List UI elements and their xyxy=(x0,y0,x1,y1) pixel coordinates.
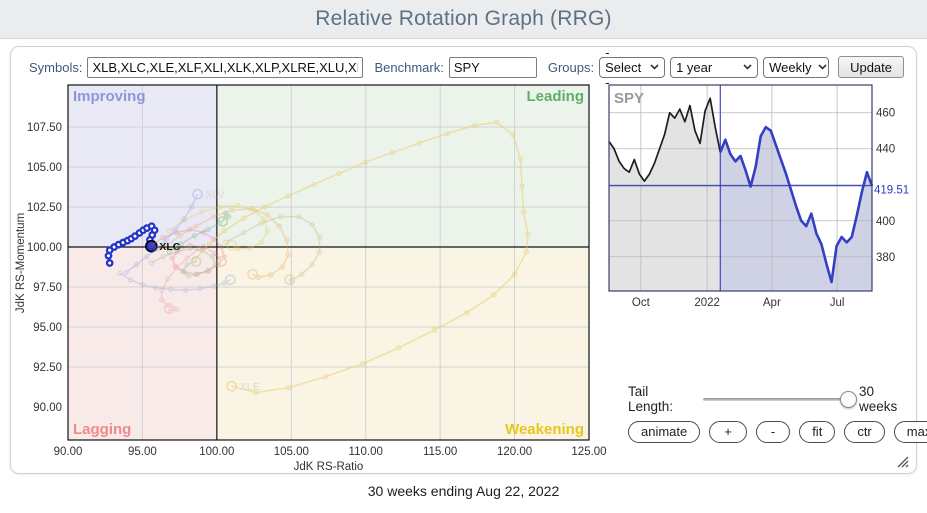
frequency-select[interactable]: Weekly xyxy=(763,57,829,78)
x-tick-label: 105.00 xyxy=(274,446,309,458)
spy-month-label: Apr xyxy=(763,297,781,309)
symbols-input[interactable] xyxy=(87,57,363,78)
zoom-out-button[interactable]: - xyxy=(756,421,790,443)
x-tick-label: 100.00 xyxy=(199,446,234,458)
spy-price-tick: 440 xyxy=(876,144,895,156)
spy-price-tick: 460 xyxy=(876,108,895,120)
spy-month-label: Oct xyxy=(632,297,651,309)
frequency-select-value: Weekly xyxy=(769,60,811,75)
trail-label-XLV: XLV xyxy=(206,189,225,201)
x-tick-label: 120.00 xyxy=(497,446,532,458)
y-tick-label: 107.50 xyxy=(27,122,62,134)
spy-month-label: 2022 xyxy=(694,297,720,309)
x-tick-label: 95.00 xyxy=(128,446,157,458)
y-tick-label: 105.00 xyxy=(27,162,62,174)
fit-button[interactable]: fit xyxy=(799,421,835,443)
trail-label-XLE: XLE xyxy=(240,381,260,393)
x-tick-label: 125.00 xyxy=(571,446,606,458)
symbols-label: Symbols: xyxy=(29,60,82,75)
page-title: Relative Rotation Graph (RRG) xyxy=(315,7,611,31)
update-button[interactable]: Update xyxy=(838,56,904,78)
ctr-button[interactable]: ctr xyxy=(844,421,884,443)
quadrant-label-improving: Improving xyxy=(73,88,146,105)
spy-svg: SPY 460 440 400 380 419.51 Oct 2022 Apr Jul xyxy=(601,77,913,359)
benchmark-input[interactable] xyxy=(449,57,537,78)
spy-symbol-label: SPY xyxy=(614,90,644,107)
y-tick-label: 92.50 xyxy=(33,362,62,374)
rrg-chart[interactable]: Improving Leading Lagging Weakening 90.00 95.… xyxy=(11,79,611,479)
tail-length-control: Tail Length: 30 weeks xyxy=(628,389,914,409)
spy-month-label: Jul xyxy=(830,297,845,309)
chart-caption: 30 weeks ending Aug 22, 2022 xyxy=(0,483,927,499)
quadrant-label-leading: Leading xyxy=(526,88,584,105)
chevron-down-icon xyxy=(818,64,827,70)
spy-price-tick: 400 xyxy=(876,216,895,228)
tail-length-value: 30 weeks xyxy=(859,384,914,414)
x-tick-label: 115.00 xyxy=(423,446,457,458)
groups-label: Groups: xyxy=(548,60,594,75)
period-select-value: 1 year xyxy=(676,60,712,75)
tail-length-label: Tail Length: xyxy=(628,384,695,414)
zoom-in-button[interactable]: + xyxy=(709,421,747,443)
app-header: Relative Rotation Graph (RRG) xyxy=(0,0,927,39)
spy-price-tick: 380 xyxy=(876,252,895,264)
tail-length-slider[interactable] xyxy=(703,398,849,401)
y-tick-label: 102.50 xyxy=(27,202,62,214)
main-card: Symbols: Benchmark: Groups: - Select - 1… xyxy=(10,46,917,474)
y-tick-label: 95.00 xyxy=(33,322,62,334)
x-axis-title: JdK RS-Ratio xyxy=(294,461,364,473)
y-tick-label: 100.00 xyxy=(27,242,62,254)
rrg-buttons: animate + - fit ctr max xyxy=(628,421,918,443)
y-axis-title: JdK RS-Momentum xyxy=(15,213,27,313)
x-tick-label: 110.00 xyxy=(349,446,383,458)
spy-chart: SPY 460 440 400 380 419.51 Oct 2022 Apr Jul xyxy=(601,77,913,359)
quadrant-label-lagging: Lagging xyxy=(73,421,131,438)
max-button[interactable]: max xyxy=(894,421,927,443)
animate-button[interactable]: animate xyxy=(628,421,700,443)
quadrant-leading xyxy=(217,85,589,247)
quadrant-label-weakening: Weakening xyxy=(505,421,584,438)
tail-length-knob[interactable] xyxy=(840,391,857,408)
period-select[interactable]: 1 year xyxy=(670,57,758,78)
groups-select[interactable]: - Select - xyxy=(599,57,665,78)
rrg-svg: Improving Leading Lagging Weakening 90.00 95.… xyxy=(11,79,611,479)
benchmark-label: Benchmark: xyxy=(374,60,443,75)
spy-current-price-label: 419.51 xyxy=(874,185,909,197)
resize-handle-icon[interactable] xyxy=(895,454,909,468)
chevron-down-icon xyxy=(650,64,659,70)
y-tick-label: 90.00 xyxy=(33,402,62,414)
x-tick-label: 90.00 xyxy=(54,446,83,458)
y-tick-label: 97.50 xyxy=(33,282,62,294)
toolbar: Symbols: Benchmark: Groups: - Select - 1… xyxy=(11,55,916,79)
chevron-down-icon xyxy=(743,64,752,70)
